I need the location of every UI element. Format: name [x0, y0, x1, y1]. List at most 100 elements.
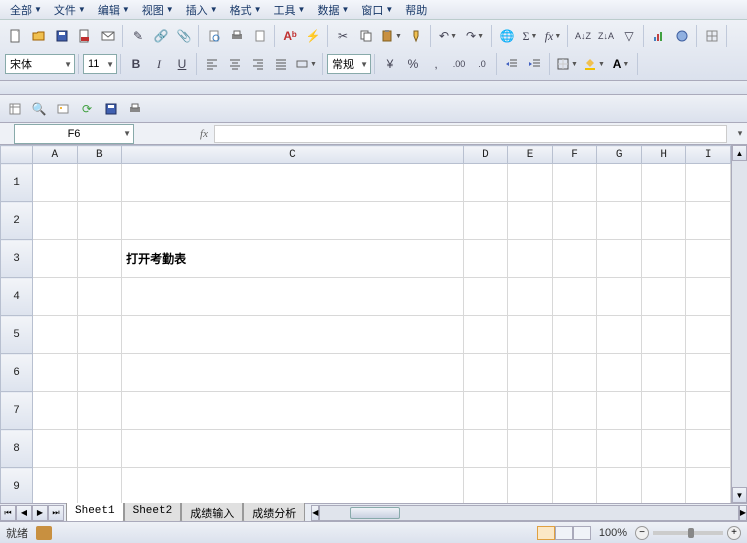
print-alt-icon[interactable] — [124, 98, 146, 120]
undo-icon[interactable]: ↶▼ — [435, 25, 461, 47]
autocomplete-icon[interactable]: ⚡ — [302, 25, 324, 47]
cell-D1[interactable] — [463, 164, 508, 202]
formula-input[interactable] — [214, 125, 727, 143]
zoom-in-button[interactable]: + — [727, 526, 741, 540]
hscroll-thumb[interactable] — [350, 507, 400, 519]
save-alt-icon[interactable] — [100, 98, 122, 120]
italic-button[interactable]: I — [148, 53, 170, 75]
menu-数据[interactable]: 数据▼ — [311, 0, 355, 20]
cell-E5[interactable] — [508, 316, 553, 354]
font-name-select[interactable]: 宋体▼ — [5, 54, 75, 74]
column-header-A[interactable]: A — [33, 146, 78, 164]
vertical-scrollbar[interactable]: ▲ ▼ — [731, 145, 747, 503]
save-icon[interactable] — [51, 25, 73, 47]
cell-C1[interactable] — [122, 164, 464, 202]
cell-F8[interactable] — [552, 430, 597, 468]
grid-icon[interactable] — [701, 25, 723, 47]
refresh-icon[interactable]: ⟳ — [76, 98, 98, 120]
scroll-up-button[interactable]: ▲ — [732, 145, 747, 161]
cell-C6[interactable] — [122, 354, 464, 392]
cell-F4[interactable] — [552, 278, 597, 316]
tab-last-button[interactable]: ⏭ — [48, 505, 64, 521]
increase-indent-icon[interactable] — [524, 53, 546, 75]
cell-A6[interactable] — [33, 354, 78, 392]
font-color-icon[interactable]: A▼ — [608, 53, 634, 75]
row-header-4[interactable]: 4 — [1, 278, 33, 316]
merge-cells-icon[interactable]: ▼ — [293, 53, 319, 75]
cell-I8[interactable] — [686, 430, 731, 468]
cell-E1[interactable] — [508, 164, 553, 202]
hyperlink-icon[interactable]: 🌐 — [496, 25, 518, 47]
cell-E2[interactable] — [508, 202, 553, 240]
cell-A8[interactable] — [33, 430, 78, 468]
column-header-H[interactable]: H — [641, 146, 686, 164]
align-center-icon[interactable] — [224, 53, 246, 75]
cell-I1[interactable] — [686, 164, 731, 202]
menu-视图[interactable]: 视图▼ — [136, 0, 180, 20]
column-header-E[interactable]: E — [508, 146, 553, 164]
format-paint-icon[interactable] — [405, 25, 427, 47]
cell-D8[interactable] — [463, 430, 508, 468]
row-header-7[interactable]: 7 — [1, 392, 33, 430]
cell-C5[interactable] — [122, 316, 464, 354]
cell-E7[interactable] — [508, 392, 553, 430]
sort-desc-icon[interactable]: Z↓A — [595, 25, 617, 47]
column-header-I[interactable]: I — [686, 146, 731, 164]
column-header-B[interactable]: B — [77, 146, 122, 164]
break-view-button[interactable] — [573, 526, 591, 540]
cell-E4[interactable] — [508, 278, 553, 316]
zoom-thumb[interactable] — [688, 528, 694, 538]
cell-G6[interactable] — [597, 354, 642, 392]
cell-H1[interactable] — [641, 164, 686, 202]
column-header-D[interactable]: D — [463, 146, 508, 164]
cell-C8[interactable] — [122, 430, 464, 468]
column-header-C[interactable]: C — [122, 146, 464, 164]
cell-C2[interactable] — [122, 202, 464, 240]
cell-H9[interactable] — [641, 468, 686, 504]
zoom-find-icon[interactable]: 🔍 — [28, 98, 50, 120]
decrease-decimal-icon[interactable]: .0 — [471, 53, 493, 75]
cell-C4[interactable] — [122, 278, 464, 316]
cell-B5[interactable] — [77, 316, 122, 354]
cell-D2[interactable] — [463, 202, 508, 240]
scroll-down-button[interactable]: ▼ — [732, 487, 747, 503]
align-right-icon[interactable] — [247, 53, 269, 75]
page-view-button[interactable] — [555, 526, 573, 540]
cell-G3[interactable] — [597, 240, 642, 278]
normal-view-button[interactable] — [537, 526, 555, 540]
cell-I6[interactable] — [686, 354, 731, 392]
cell-B6[interactable] — [77, 354, 122, 392]
cell-A4[interactable] — [33, 278, 78, 316]
row-header-8[interactable]: 8 — [1, 430, 33, 468]
zoom-out-button[interactable]: − — [635, 526, 649, 540]
open-file-icon[interactable] — [28, 25, 50, 47]
cell-G2[interactable] — [597, 202, 642, 240]
comma-icon[interactable]: , — [425, 53, 447, 75]
cell-D6[interactable] — [463, 354, 508, 392]
fx-icon[interactable]: fx — [194, 128, 214, 140]
cell-F7[interactable] — [552, 392, 597, 430]
cell-I5[interactable] — [686, 316, 731, 354]
cell-G1[interactable] — [597, 164, 642, 202]
spellcheck-icon[interactable]: Aᵇ — [279, 25, 301, 47]
function-icon[interactable]: fx▼ — [542, 25, 564, 47]
cut-icon[interactable]: ✂ — [332, 25, 354, 47]
cell-F1[interactable] — [552, 164, 597, 202]
cell-B9[interactable] — [77, 468, 122, 504]
cell-D9[interactable] — [463, 468, 508, 504]
cell-B2[interactable] — [77, 202, 122, 240]
increase-decimal-icon[interactable]: .00 — [448, 53, 470, 75]
zoom-slider[interactable] — [653, 531, 723, 535]
number-format-select[interactable]: 常规▼ — [327, 54, 371, 74]
new-file-icon[interactable] — [5, 25, 27, 47]
cell-G7[interactable] — [597, 392, 642, 430]
cell-I3[interactable] — [686, 240, 731, 278]
link-icon[interactable]: 🔗 — [150, 25, 172, 47]
cell-G5[interactable] — [597, 316, 642, 354]
copy-icon[interactable] — [355, 25, 377, 47]
formula-expand-icon[interactable]: ▾ — [733, 128, 747, 139]
grid-main[interactable]: ABCDEFGHI123打开考勤表456789 — [0, 145, 731, 503]
mail-icon[interactable] — [97, 25, 119, 47]
cell-G4[interactable] — [597, 278, 642, 316]
cell-F6[interactable] — [552, 354, 597, 392]
